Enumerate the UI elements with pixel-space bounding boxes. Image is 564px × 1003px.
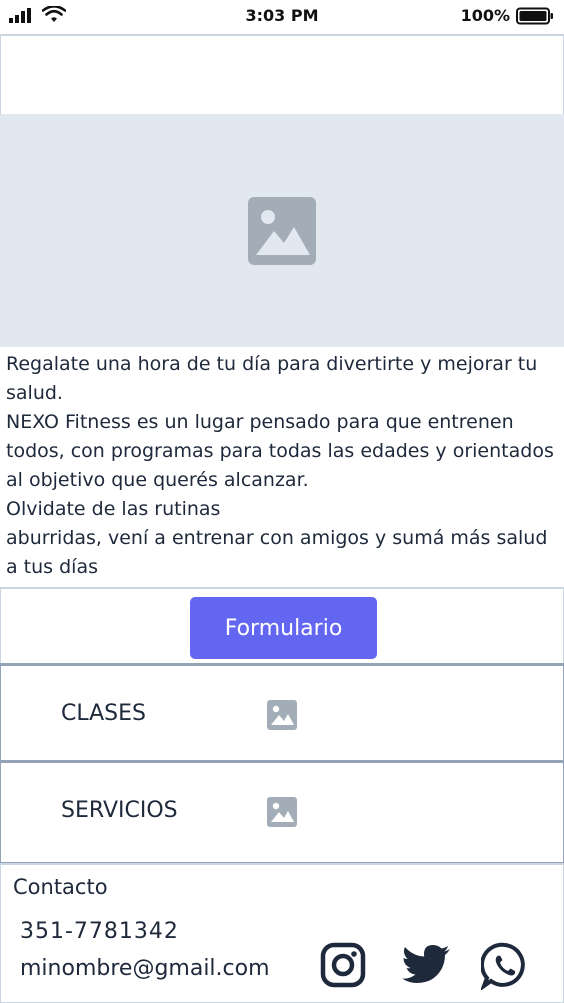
twitter-icon[interactable] <box>401 944 451 986</box>
whatsapp-icon[interactable] <box>481 942 529 990</box>
clases-row[interactable]: CLASES <box>0 663 564 762</box>
intro-line: Regalate una hora de tu día para diverti… <box>6 353 538 404</box>
servicios-label: SERVICIOS <box>61 798 178 823</box>
intro-text: Regalate una hora de tu día para diverti… <box>6 350 562 582</box>
image-icon <box>267 700 297 730</box>
contact-phone: 351-7781342 <box>20 919 179 944</box>
contact-title: Contacto <box>13 875 108 899</box>
image-placeholder-icon <box>248 197 316 265</box>
formulario-button[interactable]: Formulario <box>190 597 377 659</box>
status-right: 100% <box>461 6 554 25</box>
intro-line: aburridas, vení a entrenar con amigos y … <box>6 527 548 578</box>
instagram-icon[interactable] <box>320 942 366 988</box>
intro-line: NEXO Fitness es un lugar pensado para qu… <box>6 411 554 491</box>
hero-image <box>0 114 564 347</box>
status-bar: 3:03 PM 100% <box>0 0 564 34</box>
image-icon <box>267 797 297 827</box>
contact-section: Contacto 351-7781342 minombre@gmail.com <box>0 863 564 1003</box>
header-bar <box>0 34 564 115</box>
battery-icon <box>516 7 553 24</box>
servicios-row[interactable]: SERVICIOS <box>0 760 564 863</box>
contact-email: minombre@gmail.com <box>20 956 270 981</box>
battery-percent: 100% <box>460 6 510 25</box>
clases-label: CLASES <box>61 701 147 726</box>
intro-line: Olvidate de las rutinas <box>6 498 221 520</box>
form-section: Formulario <box>0 587 564 666</box>
